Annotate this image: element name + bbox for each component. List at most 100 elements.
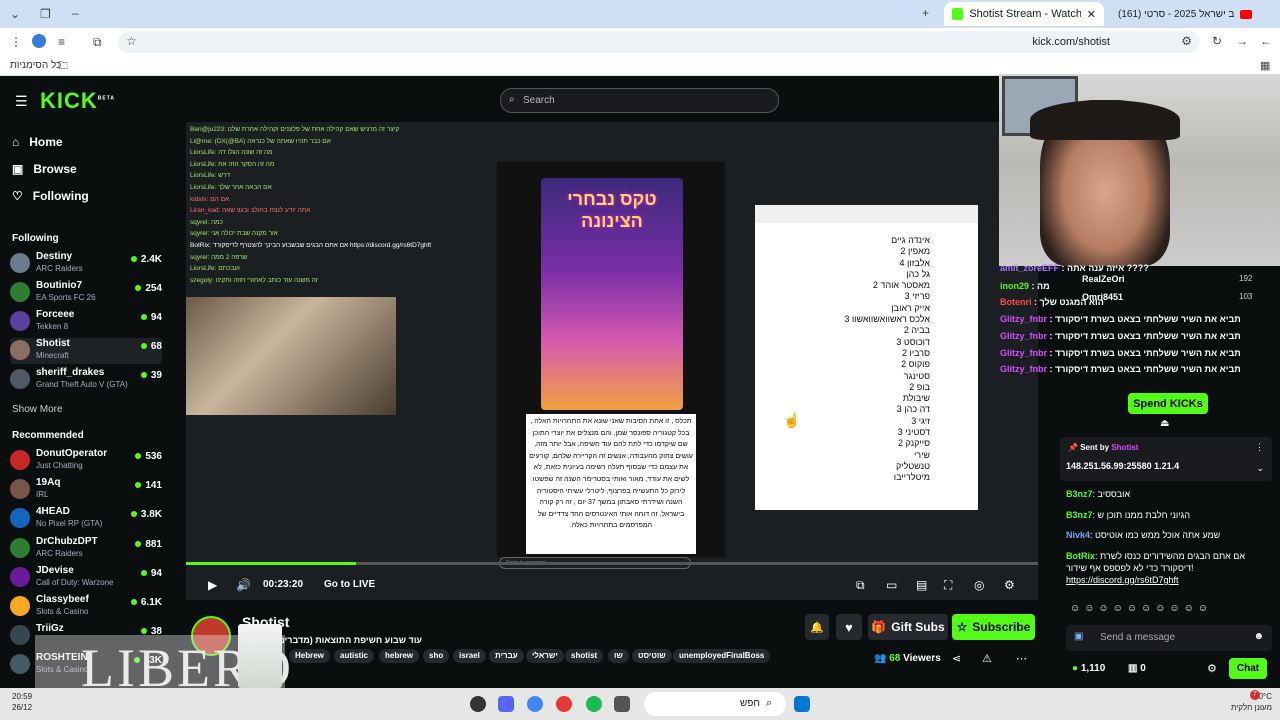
channel-points[interactable]: ▥ 0	[1128, 663, 1146, 674]
emote-row[interactable]: ☺☺☺☺☺☺☺☺☺☺	[1070, 603, 1270, 617]
speed-icon[interactable]: ◎	[974, 578, 984, 592]
streamer-info-bar: Shotist עוד שבוע חשיפת התוצאות (מדברים ע…	[186, 600, 1038, 682]
spotify-icon[interactable]	[586, 696, 602, 712]
weather-desc: מעונן חלקית	[1230, 703, 1272, 712]
nav-following[interactable]: ♡ Following	[12, 189, 89, 203]
gift-subs-button[interactable]: 🎁 Gift Subs	[868, 614, 948, 640]
hamburger-menu-icon[interactable]: ☰	[15, 93, 28, 110]
following-channel[interactable]: Boutinio7 EA Sports FC 26 254	[10, 280, 162, 306]
all-bookmarks-link[interactable]: כל הסימניות	[10, 60, 61, 71]
follow-heart-icon[interactable]: ♥	[836, 614, 862, 640]
chevron-down-icon[interactable]: ⌄	[10, 7, 20, 21]
volume-icon[interactable]: 🔊	[236, 578, 251, 592]
new-tab-icon[interactable]: +	[922, 6, 929, 20]
recommended-channel[interactable]: JDevise Call of Duty: Warzone 94	[10, 565, 162, 591]
chat-input[interactable]: ▣ Send a message ☻	[1066, 625, 1272, 651]
kick-logo[interactable]: KICKBETA	[40, 88, 115, 114]
discord-icon[interactable]	[498, 696, 514, 712]
windows-start-icon[interactable]	[794, 696, 810, 712]
bell-icon[interactable]: 🔔	[805, 614, 829, 640]
settings-icon[interactable]: ⚙	[1004, 578, 1015, 592]
recommended-channel[interactable]: 19Aq IRL 141	[10, 477, 162, 503]
go-to-live-button[interactable]: Go to LIVE	[324, 579, 375, 590]
close-icon[interactable]: ✕	[1087, 8, 1096, 21]
menu-dots-icon[interactable]: ⋮	[10, 35, 22, 49]
following-channel[interactable]: Destiny ARC Raiders 2.4K	[10, 251, 162, 277]
chat-username[interactable]: BotRix	[1066, 551, 1095, 561]
nav-home[interactable]: ⌂ Home	[12, 135, 63, 149]
following-channel[interactable]: sheriff_drakes Grand Theft Auto V (GTA) 39	[10, 367, 162, 393]
tag[interactable]: עברית	[489, 649, 524, 663]
pip-icon[interactable]: ▤	[916, 578, 927, 592]
app-icon[interactable]	[556, 696, 572, 712]
channel-category: ARC Raiders	[36, 549, 83, 558]
fullscreen-icon[interactable]: ⛶	[944, 578, 952, 593]
pin-toggle-icon[interactable]: ⋮	[1255, 442, 1264, 453]
chat-username[interactable]: B3nz7	[1066, 489, 1093, 499]
tag[interactable]: שו	[608, 649, 629, 663]
perfume-bottle	[238, 624, 282, 688]
chat-username[interactable]: B3nz7	[1066, 510, 1093, 520]
collapse-icon[interactable]: ⏏	[1160, 418, 1169, 429]
tab-youtube[interactable]: (161) יוטיוב ישראל 2025 - סרטי	[1110, 2, 1260, 26]
following-channel[interactable]: Forceee Tekken 8 94	[10, 309, 162, 335]
play-icon[interactable]: ▶	[208, 578, 217, 592]
minimize-icon[interactable]: –	[72, 6, 79, 20]
taskbar-search[interactable]: חפש ⌕	[644, 692, 786, 716]
extensions-icon[interactable]: ≡	[58, 35, 65, 49]
tag[interactable]: unemployedFinalBoss	[673, 649, 771, 663]
subscribe-button[interactable]: ☆ Subscribe	[952, 614, 1035, 640]
pinned-message[interactable]: 📌 Sent by Shotist 148.251.56.99:25580 1.…	[1060, 437, 1272, 481]
tag[interactable]: שוטיסט	[632, 649, 672, 663]
clip-icon[interactable]: ⧉	[856, 578, 865, 593]
apps-icon[interactable]: ▦	[1260, 59, 1270, 72]
restore-icon[interactable]: ❐	[40, 7, 51, 21]
chat-send-button[interactable]: Chat	[1229, 658, 1267, 679]
kicks-amount: 1,110	[1080, 663, 1106, 674]
chrome-icon[interactable]	[527, 696, 543, 712]
search-box[interactable]: ⌕ Search	[500, 88, 779, 113]
following-channel-active[interactable]: Shotist Minecraft 68	[10, 338, 162, 364]
nav-browse[interactable]: ▣ Browse	[12, 162, 77, 176]
tag[interactable]: ישראלי	[526, 649, 564, 663]
star-icon[interactable]: ☆	[126, 34, 137, 48]
emoji-icon[interactable]: ☻	[1253, 631, 1264, 642]
forward-icon[interactable]: →	[1236, 34, 1248, 48]
chat-placeholder: Send a message	[1100, 632, 1176, 643]
kicks-balance[interactable]: ● 1,110	[1072, 663, 1105, 674]
recommended-channel[interactable]: Classybeef Slots & Casino 6.1K	[10, 594, 162, 620]
playback-progress-bar[interactable]	[186, 562, 1038, 565]
more-icon[interactable]: ⋯	[1016, 652, 1027, 665]
profile-icon[interactable]	[32, 34, 46, 48]
overlay-chat-line: Glitzy_fnbr : תביא את השיר ששלחתי בצאט ב…	[1000, 314, 1241, 324]
recommended-channel[interactable]: DrChubzDPT ARC Raiders 881	[10, 536, 162, 562]
recommended-channel[interactable]: 4HEAD No Pixel RP (GTA) 3.8K	[10, 506, 162, 532]
tag[interactable]: sho	[423, 649, 450, 663]
back-icon[interactable]: ←	[1260, 34, 1272, 48]
chat-settings-icon[interactable]: ⚙	[1207, 662, 1217, 675]
chat-username[interactable]: Nivk4	[1066, 530, 1090, 540]
tune-icon[interactable]: ⚙	[1181, 34, 1192, 48]
share-icon[interactable]: ⋖	[952, 652, 961, 665]
tab-kick[interactable]: Shotist Stream - Watch Live on ✕	[944, 2, 1104, 26]
discord-link[interactable]: https://discord.gg/rs6tD7ghft	[1066, 575, 1179, 585]
theater-icon[interactable]: ▭	[886, 578, 897, 592]
app2-icon[interactable]	[614, 696, 630, 712]
tag[interactable]: shotist	[565, 649, 604, 663]
address-bar[interactable]: ☆ kick.com/shotist ⚙	[118, 31, 1200, 53]
chevron-down-icon[interactable]: ⌄	[1256, 463, 1264, 474]
report-icon[interactable]: ⚠	[982, 652, 992, 665]
reload-icon[interactable]: ↻	[1212, 34, 1222, 48]
tag[interactable]: Hebrew	[289, 649, 330, 663]
tag[interactable]: autistic	[334, 649, 375, 663]
search-input[interactable]: Search	[523, 95, 555, 106]
tag[interactable]: hebrew	[379, 649, 420, 663]
channel-name: 19Aq	[36, 477, 61, 488]
clock[interactable]: 20:59 26/12	[12, 691, 32, 713]
obs-icon[interactable]	[470, 696, 486, 712]
show-more-button[interactable]: Show More	[12, 404, 63, 415]
tag[interactable]: israel	[453, 649, 486, 663]
spend-kicks-button[interactable]: Spend KICKs	[1128, 393, 1208, 414]
puzzle-icon[interactable]: ⧉	[93, 35, 102, 50]
recommended-channel[interactable]: DonutOperator Just Chatting 536	[10, 448, 162, 474]
